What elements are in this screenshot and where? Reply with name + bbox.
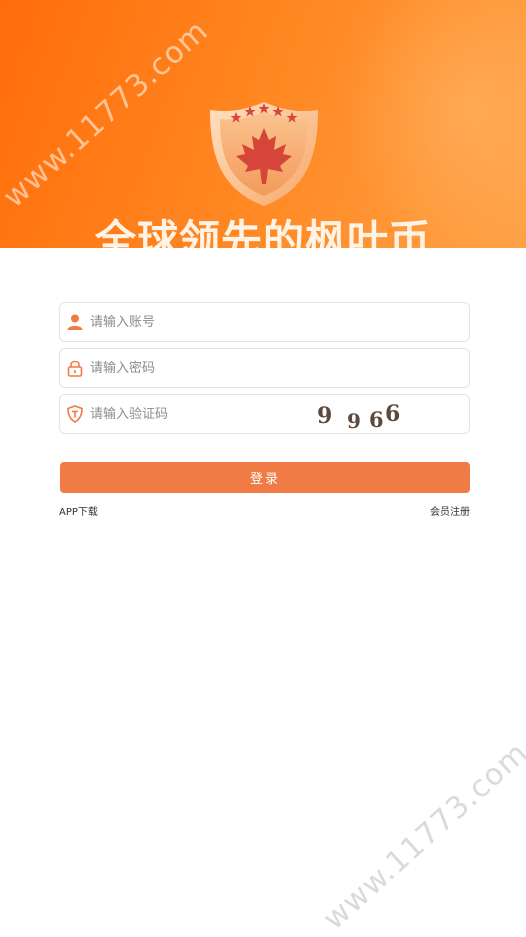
maple-leaf-shield-logo [210, 102, 318, 206]
hero-title: 全球领先的枫叶币 [95, 216, 431, 248]
captcha-char: 6 [385, 401, 401, 427]
register-link[interactable]: 会员注册 [430, 503, 470, 518]
captcha-field[interactable]: 9 9 6 6 [59, 394, 470, 434]
password-field[interactable] [59, 348, 470, 388]
captcha-char: 6 [369, 407, 384, 432]
hero-banner: 全球领先的枫叶币 www.11773.com [0, 0, 526, 248]
shield-t-icon [67, 405, 83, 423]
app-download-link[interactable]: APP下载 [59, 503, 98, 518]
captcha-char: 9 [347, 409, 361, 433]
login-button[interactable]: 登录 [60, 462, 470, 493]
watermark-bottom: www.11773.com [316, 735, 526, 937]
account-field[interactable] [59, 302, 470, 342]
password-input[interactable] [90, 349, 320, 387]
account-input[interactable] [90, 303, 320, 341]
lock-icon [67, 360, 83, 377]
captcha-char: 9 [317, 403, 333, 429]
watermark-top: www.11773.com [0, 13, 216, 216]
hero-glow [340, 0, 526, 248]
captcha-image[interactable]: 9 9 6 6 [315, 397, 425, 433]
user-icon [67, 314, 83, 330]
captcha-input[interactable] [90, 395, 320, 433]
